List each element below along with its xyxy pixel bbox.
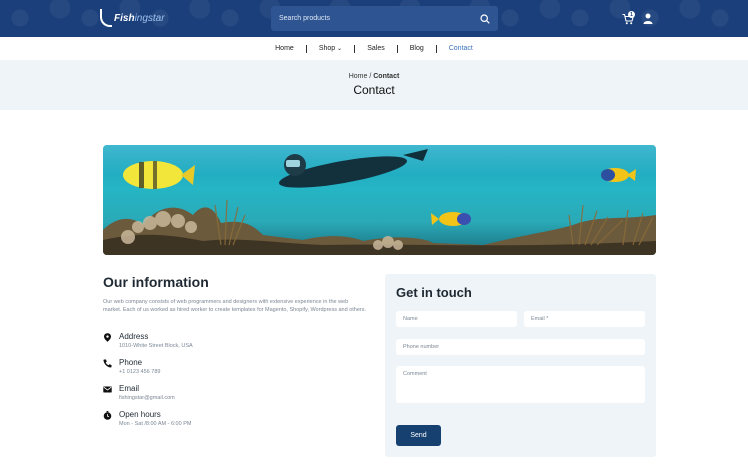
breadcrumb-section: Home / Contact Contact	[0, 60, 748, 110]
info-heading: Our information	[103, 274, 209, 290]
banner-illustration	[103, 145, 656, 255]
yellow-blue-fish-middle	[431, 212, 471, 226]
nav-item-shop-label: Shop	[318, 45, 336, 52]
location-pin-icon	[104, 333, 111, 342]
chevron-down-icon: ⌄	[337, 46, 343, 52]
breadcrumb-home[interactable]: Home	[349, 73, 368, 80]
phone-number-field[interactable]: Phone number	[396, 339, 645, 355]
logo-text-main: Fish	[114, 12, 135, 24]
phone-icon	[103, 359, 112, 368]
name-field[interactable]: Name	[396, 311, 517, 327]
fish-hook-icon	[100, 9, 112, 27]
breadcrumb: Home / Contact	[0, 73, 748, 80]
info-description: Our web company consists of web programm…	[103, 299, 367, 313]
mail-icon	[103, 386, 112, 393]
cart-count-badge: 1	[628, 11, 635, 18]
breadcrumb-separator: /	[369, 73, 372, 80]
user-account-icon[interactable]	[643, 13, 653, 24]
breadcrumb-current: Contact	[373, 73, 400, 80]
send-button[interactable]: Send	[396, 425, 441, 446]
email-field[interactable]: Email *	[524, 311, 645, 327]
info-item-email: Email fishingstar@gmail.com	[103, 384, 323, 404]
nav-item-contact[interactable]: Contact	[437, 45, 485, 52]
nav-item-home[interactable]: Home	[263, 45, 306, 52]
nav-item-sales[interactable]: Sales	[355, 45, 397, 52]
nav-item-blog[interactable]: Blog	[398, 45, 436, 52]
info-item-phone: Phone +1 0123 456 789	[103, 358, 323, 378]
underwater-banner-image	[103, 145, 656, 255]
address-value: 1010-White Street Block, USA	[119, 343, 193, 349]
search-icon[interactable]	[480, 13, 490, 24]
search-bar[interactable]: Search products	[271, 6, 498, 31]
clock-icon	[103, 411, 112, 420]
hours-value: Mon - Sat /8:00 AM - 6:00 PM	[119, 421, 192, 427]
page-title: Contact	[353, 83, 395, 97]
email-label: Email	[119, 384, 140, 393]
top-header: Fish ingstar Search products 1	[0, 0, 748, 37]
phone-label: Phone	[119, 358, 143, 367]
address-label: Address	[119, 332, 149, 341]
nav-item-shop[interactable]: Shop ⌄	[307, 45, 354, 52]
comment-field[interactable]: Comment	[396, 366, 645, 403]
form-heading: Get in touch	[396, 285, 472, 300]
contact-form: Get in touch Name Email * Phone number C…	[385, 274, 656, 457]
info-item-hours: Open hours Mon - Sat /8:00 AM - 6:00 PM	[103, 410, 323, 430]
hours-label: Open hours	[119, 410, 161, 419]
main-nav: Home Shop ⌄ Sales Blog Contact	[0, 37, 748, 60]
email-value[interactable]: fishingstar@gmail.com	[119, 395, 175, 401]
info-item-address: Address 1010-White Street Block, USA	[103, 332, 323, 352]
phone-value[interactable]: +1 0123 456 789	[119, 369, 160, 375]
site-logo[interactable]: Fish ingstar	[100, 8, 165, 28]
search-input[interactable]: Search products	[279, 15, 480, 22]
logo-text-sub: ingstar	[134, 12, 165, 24]
